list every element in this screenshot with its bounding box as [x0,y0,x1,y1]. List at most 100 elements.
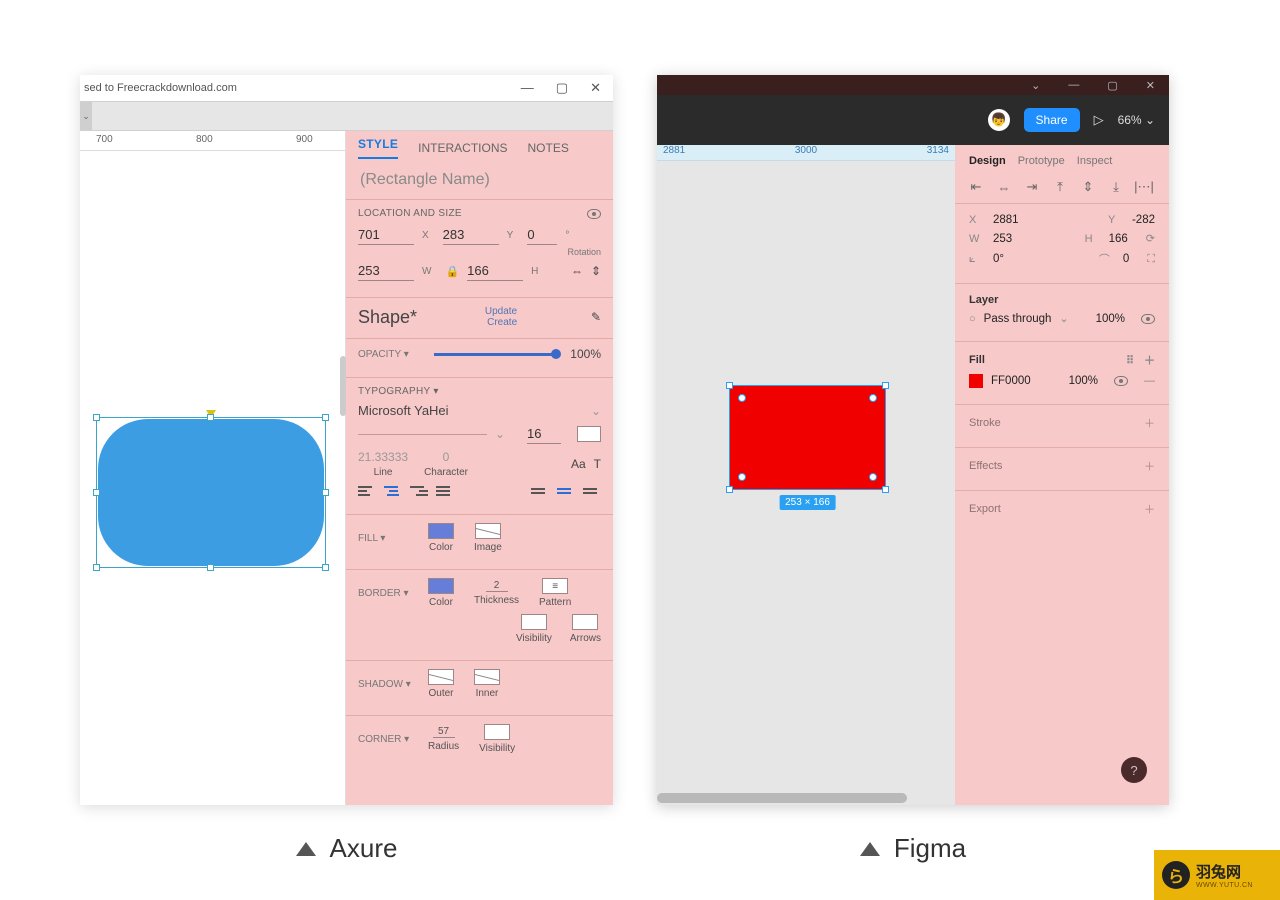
align-right-icon[interactable]: ⇥ [1023,179,1041,195]
line-height-value[interactable]: 21.33333 [358,450,408,464]
resize-handle[interactable] [207,564,214,571]
resize-handle[interactable] [882,382,889,389]
chevron-down-icon[interactable]: ⌄ [1059,312,1068,325]
x-value[interactable]: 2881 [993,214,1019,226]
update-link[interactable]: Update [485,306,517,317]
y-value[interactable]: -282 [1132,214,1155,226]
corner-radius-handle[interactable] [869,473,877,481]
chevron-down-icon[interactable]: ⌄ [1031,79,1040,92]
horizontal-scrollbar[interactable] [657,793,955,805]
h-value[interactable]: 166 [1109,233,1128,245]
eye-icon[interactable] [1141,314,1155,324]
blend-mode[interactable]: Pass through [984,313,1052,325]
thickness-value[interactable]: 2 [486,580,508,592]
width-input[interactable] [358,261,414,281]
shadow-outer-icon[interactable] [428,669,454,685]
link-wh-icon[interactable]: ⟳ [1146,232,1155,245]
corner-radius-value[interactable]: 57 [433,726,455,738]
resize-handle[interactable] [93,489,100,496]
plus-icon[interactable]: ＋ [1144,458,1155,474]
resize-handle[interactable] [322,414,329,421]
rotation-value[interactable]: 0° [993,253,1004,265]
resize-handle[interactable] [93,414,100,421]
opacity-slider[interactable] [434,353,556,356]
tab-design[interactable]: Design [969,155,1006,167]
chevron-down-icon[interactable]: ⌄ [495,427,505,441]
fill-color-swatch[interactable] [969,374,983,388]
y-input[interactable] [443,225,499,245]
font-size-input[interactable] [527,424,561,444]
border-label[interactable]: BORDER ▾ [358,588,414,599]
create-link[interactable]: Create [485,317,517,328]
figma-selected-rect[interactable]: 253 × 166 [729,385,886,490]
shape-edit-icon[interactable]: ✎ [591,310,601,324]
fill-label[interactable]: FILL ▾ [358,533,414,544]
chevron-down-icon[interactable]: ⌄ [591,404,601,418]
corner-visibility-icon[interactable] [484,724,510,740]
font-select[interactable]: Microsoft YaHei [358,403,449,418]
shadow-label[interactable]: SHADOW ▾ [358,679,414,690]
share-button[interactable]: Share [1024,108,1080,132]
corner-radius-handle[interactable] [738,473,746,481]
opacity-label[interactable]: OPACITY ▾ [358,349,414,360]
styles-icon[interactable]: ⠿ [1126,355,1134,367]
fill-image-icon[interactable] [475,523,501,539]
flip-h-icon[interactable]: ⇔ [571,264,583,278]
align-left-icon[interactable]: ⇤ [967,179,985,195]
tab-style[interactable]: STYLE [358,137,398,159]
align-top-icon[interactable]: ⤒ [1051,179,1069,195]
arrows-icon[interactable] [572,614,598,630]
corner-label[interactable]: CORNER ▾ [358,734,414,745]
x-input[interactable] [358,225,414,245]
lock-icon[interactable]: 🔒 [445,265,459,278]
resize-handle[interactable] [322,564,329,571]
distribute-icon[interactable]: |⋯| [1135,179,1153,195]
play-icon[interactable]: ▷ [1094,112,1104,128]
tab-inspect[interactable]: Inspect [1077,155,1112,167]
independent-corners-icon[interactable]: ⛶ [1147,253,1155,266]
tab-interactions[interactable]: INTERACTIONS [418,141,507,155]
resize-handle[interactable] [882,486,889,493]
minus-icon[interactable]: — [1144,375,1155,387]
eye-icon[interactable] [587,209,601,219]
align-vcenter-icon[interactable]: ⇕ [1079,179,1097,195]
plus-icon[interactable]: ＋ [1144,415,1155,431]
resize-handle[interactable] [207,414,214,421]
height-input[interactable] [467,261,523,281]
close-icon[interactable]: ✕ [590,80,601,96]
shadow-inner-icon[interactable] [474,669,500,685]
char-spacing-value[interactable]: 0 [443,450,450,464]
typography-label[interactable]: TYPOGRAPHY ▾ [358,386,439,397]
eye-icon[interactable] [1114,376,1128,386]
zoom-dropdown[interactable]: 66% ⌄ [1118,113,1155,127]
axure-canvas[interactable]: 700 800 900 [80,131,345,805]
fill-hex[interactable]: FF0000 [991,375,1031,387]
plus-icon[interactable]: ＋ [1144,501,1155,517]
axure-selected-shape[interactable] [96,417,326,568]
fill-opacity[interactable]: 100% [1069,375,1098,387]
resize-handle[interactable] [322,489,329,496]
corner-radius-handle[interactable] [869,394,877,402]
text-transform-icon[interactable]: T [594,457,601,471]
color-picker-icon[interactable] [577,426,601,442]
border-color-swatch[interactable] [428,578,454,594]
text-align-h[interactable] [358,484,454,498]
close-icon[interactable]: ✕ [1146,79,1155,92]
text-align-v[interactable] [531,484,601,498]
text-case-icon[interactable]: Aa [571,457,586,471]
figma-canvas[interactable]: 2881 3000 3134 253 × 166 [657,145,955,805]
tab-notes[interactable]: NOTES [528,141,569,155]
plus-icon[interactable]: ＋ [1144,355,1155,367]
flip-v-icon[interactable]: ⇕ [591,264,601,278]
resize-handle[interactable] [93,564,100,571]
help-button[interactable]: ? [1121,757,1147,783]
w-value[interactable]: 253 [993,233,1012,245]
fill-color-swatch[interactable] [428,523,454,539]
chevron-down-icon[interactable]: ⌄ [80,102,92,130]
resize-handle[interactable] [726,382,733,389]
scrollbar-thumb[interactable] [657,793,907,803]
align-bottom-icon[interactable]: ⤓ [1107,179,1125,195]
blend-mode-icon[interactable]: ○ [969,313,976,325]
resize-handle[interactable] [726,486,733,493]
tab-prototype[interactable]: Prototype [1018,155,1065,167]
